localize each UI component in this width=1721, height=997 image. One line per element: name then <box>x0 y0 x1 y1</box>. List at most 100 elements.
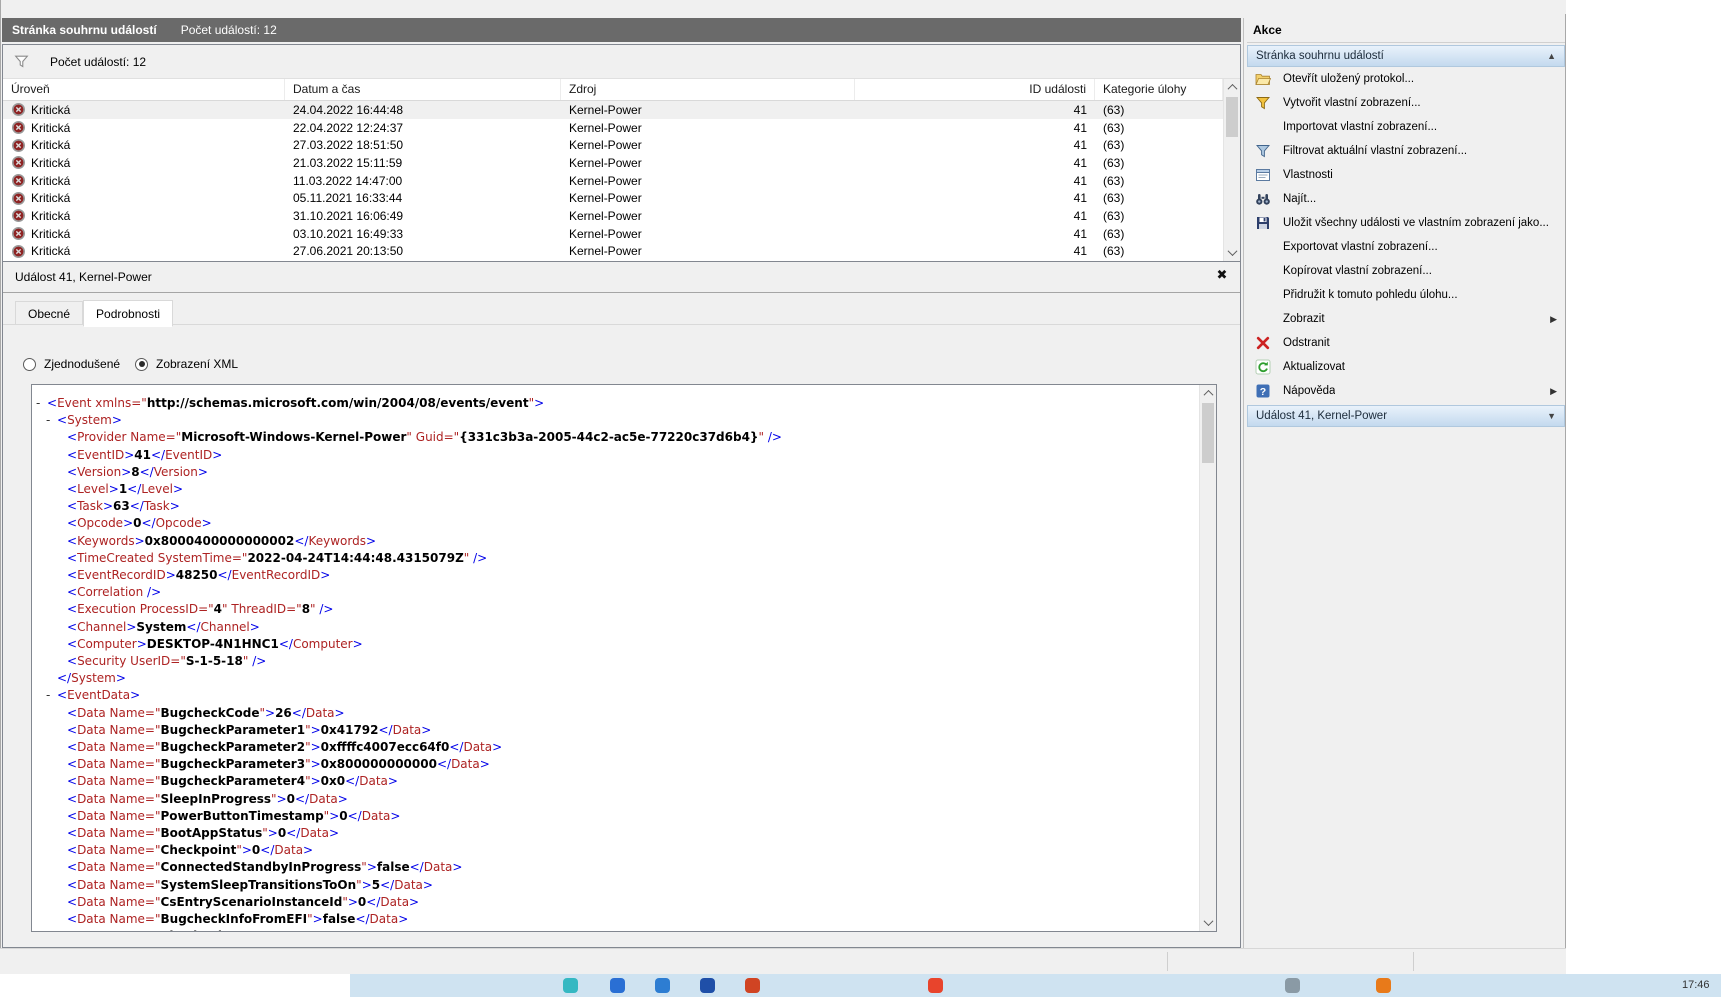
chevron-down-icon[interactable]: ▼ <box>1547 411 1556 421</box>
radio-button-icon[interactable] <box>135 358 148 371</box>
taskbar-app-icon[interactable] <box>745 978 760 993</box>
taskbar-app-icon[interactable] <box>1376 978 1391 993</box>
taskbar[interactable]: 17:46 <box>0 974 1721 997</box>
critical-icon <box>11 120 26 135</box>
scroll-up-button[interactable] <box>1224 79 1240 96</box>
action-section-header[interactable]: Stránka souhrnu událostí▲ <box>1247 45 1565 67</box>
event-row[interactable]: Kritická22.04.2022 12:24:37Kernel-Power4… <box>3 119 1223 137</box>
no-icon <box>1255 311 1271 327</box>
critical-icon <box>11 244 26 259</box>
event-id: 41 <box>855 121 1095 135</box>
collapse-marker[interactable]: - <box>46 687 50 704</box>
no-icon <box>1255 119 1271 135</box>
event-id: 41 <box>855 174 1095 188</box>
taskbar-app-icon[interactable] <box>700 978 715 993</box>
event-datetime: 31.10.2021 16:06:49 <box>285 209 561 223</box>
event-level-label: Kritická <box>31 156 70 170</box>
scroll-thumb[interactable] <box>1202 403 1214 463</box>
column-header[interactable]: Zdroj <box>561 79 855 100</box>
preview-header: Událost 41, Kernel-Power ✖ <box>3 262 1240 292</box>
taskbar-clock[interactable]: 17:46 <box>1682 979 1710 991</box>
collapse-marker[interactable]: - <box>36 395 40 412</box>
preview-tab[interactable]: Obecné <box>15 301 83 325</box>
event-row[interactable]: Kritická05.11.2021 16:33:44Kernel-Power4… <box>3 189 1223 207</box>
action-item[interactable]: Importovat vlastní zobrazení... <box>1247 115 1565 139</box>
event-level-label: Kritická <box>31 138 70 152</box>
taskbar-app-icon[interactable] <box>610 978 625 993</box>
action-item[interactable]: Exportovat vlastní zobrazení... <box>1247 235 1565 259</box>
xml-view[interactable]: -<Event xmlns="http://schemas.microsoft.… <box>31 384 1217 932</box>
scroll-down-button[interactable] <box>1200 914 1216 931</box>
event-id: 41 <box>855 244 1095 258</box>
event-row[interactable]: Kritická11.03.2022 14:47:00Kernel-Power4… <box>3 172 1223 190</box>
svg-text:?: ? <box>1260 386 1266 398</box>
action-item-label: Najít... <box>1283 193 1316 205</box>
action-item[interactable]: Najít... <box>1247 187 1565 211</box>
actions-title: Akce <box>1247 18 1565 43</box>
scroll-up-button[interactable] <box>1200 385 1216 402</box>
properties-icon <box>1255 167 1271 183</box>
scroll-down-button[interactable] <box>1224 244 1240 261</box>
taskbar-app-icon[interactable] <box>655 978 670 993</box>
action-section-header[interactable]: Událost 41, Kernel-Power▼ <box>1247 405 1565 427</box>
event-row[interactable]: Kritická31.10.2021 16:06:49Kernel-Power4… <box>3 207 1223 225</box>
event-task-category: (63) <box>1095 227 1223 241</box>
xml-line: <Data Name="BootAppStatus">0</Data> <box>32 825 1199 842</box>
xml-line: <Data Name="ConnectedStandbyInProgress">… <box>32 859 1199 876</box>
status-separator <box>1413 952 1414 971</box>
filter-icon <box>13 53 30 70</box>
column-header[interactable]: Kategorie úlohy <box>1095 79 1223 100</box>
action-item[interactable]: Uložit všechny události ve vlastním zobr… <box>1247 211 1565 235</box>
column-header[interactable]: Datum a čas <box>285 79 561 100</box>
view-mode-radio[interactable]: Zjednodušené <box>23 354 120 374</box>
action-item[interactable]: Vlastnosti <box>1247 163 1565 187</box>
xml-scrollbar[interactable] <box>1199 385 1216 931</box>
action-item-label: Uložit všechny události ve vlastním zobr… <box>1283 217 1549 229</box>
critical-icon <box>11 208 26 223</box>
event-id: 41 <box>855 227 1095 241</box>
critical-icon <box>11 155 26 170</box>
action-item[interactable]: Aktualizovat <box>1247 355 1565 379</box>
event-table-header: ÚroveňDatum a časZdrojID událostiKategor… <box>3 79 1223 101</box>
scroll-thumb[interactable] <box>1226 97 1238 137</box>
action-item[interactable]: Odstranit <box>1247 331 1565 355</box>
action-item[interactable]: Vytvořit vlastní zobrazení... <box>1247 91 1565 115</box>
action-item[interactable]: Filtrovat aktuální vlastní zobrazení... <box>1247 139 1565 163</box>
collapse-marker[interactable]: - <box>46 412 50 429</box>
event-level: Kritická <box>3 226 285 241</box>
no-icon <box>1255 239 1271 255</box>
event-row[interactable]: Kritická24.04.2022 16:44:48Kernel-Power4… <box>3 101 1223 119</box>
event-level: Kritická <box>3 102 285 117</box>
event-datetime: 22.04.2022 12:24:37 <box>285 121 561 135</box>
xml-content: -<Event xmlns="http://schemas.microsoft.… <box>32 385 1199 931</box>
event-row[interactable]: Kritická03.10.2021 16:49:33Kernel-Power4… <box>3 225 1223 243</box>
delete-icon <box>1255 335 1271 351</box>
save-icon <box>1255 215 1271 231</box>
action-item[interactable]: Kopírovat vlastní zobrazení... <box>1247 259 1565 283</box>
preview-header-divider <box>3 292 1240 293</box>
taskbar-search-area[interactable] <box>0 974 350 997</box>
action-item[interactable]: Přidružit k tomuto pohledu úlohu... <box>1247 283 1565 307</box>
radio-button-icon[interactable] <box>23 358 36 371</box>
event-row[interactable]: Kritická27.06.2021 20:13:50Kernel-Power4… <box>3 243 1223 261</box>
event-task-category: (63) <box>1095 103 1223 117</box>
preview-tab[interactable]: Podrobnosti <box>83 300 173 327</box>
event-row[interactable]: Kritická21.03.2022 15:11:59Kernel-Power4… <box>3 154 1223 172</box>
event-source: Kernel-Power <box>561 174 855 188</box>
chevron-up-icon[interactable]: ▲ <box>1547 51 1556 61</box>
event-source: Kernel-Power <box>561 138 855 152</box>
taskbar-app-icon[interactable] <box>1285 978 1300 993</box>
table-scrollbar[interactable] <box>1223 79 1240 261</box>
action-item[interactable]: Zobrazit▶ <box>1247 307 1565 331</box>
column-header[interactable]: ID události <box>855 79 1095 100</box>
taskbar-app-icon[interactable] <box>928 978 943 993</box>
event-level-label: Kritická <box>31 227 70 241</box>
action-item[interactable]: ?Nápověda▶ <box>1247 379 1565 403</box>
action-item[interactable]: Otevřít uložený protokol... <box>1247 67 1565 91</box>
column-header[interactable]: Úroveň <box>3 79 285 100</box>
event-row[interactable]: Kritická27.03.2022 18:51:50Kernel-Power4… <box>3 136 1223 154</box>
find-icon <box>1255 191 1271 207</box>
taskbar-app-icon[interactable] <box>563 978 578 993</box>
close-icon[interactable]: ✖ <box>1214 268 1230 284</box>
view-mode-radio[interactable]: Zobrazení XML <box>135 354 238 374</box>
